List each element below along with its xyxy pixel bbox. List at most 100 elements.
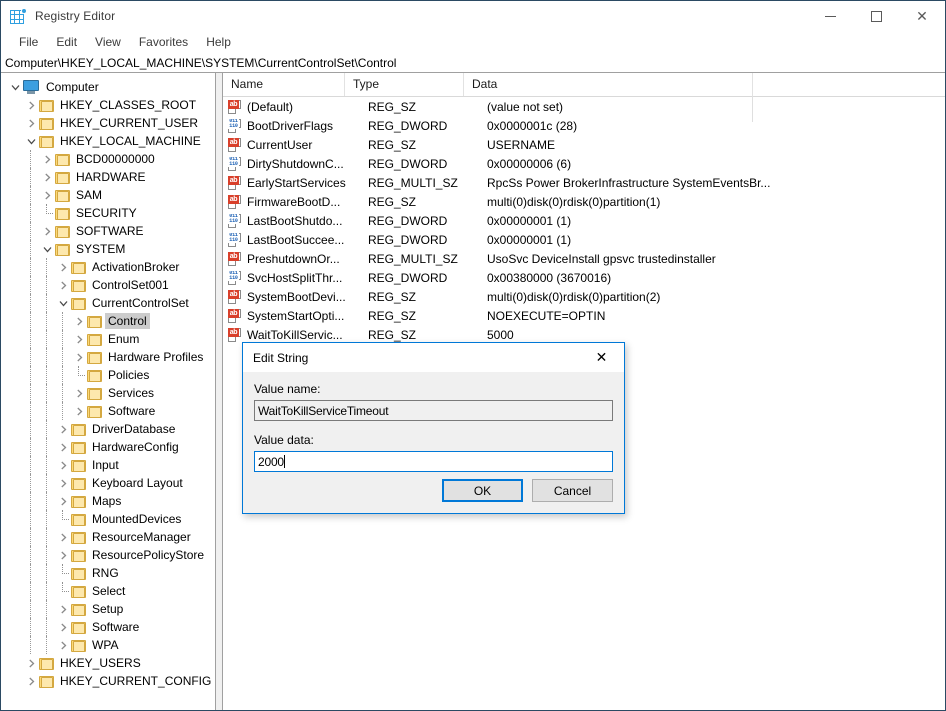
pane-splitter[interactable] [216, 73, 223, 710]
table-row[interactable]: abCurrentUserREG_SZUSERNAME [223, 135, 945, 154]
tree-item-maps[interactable]: Maps [1, 492, 215, 510]
tree-item-driverdatabase[interactable]: DriverDatabase [1, 420, 215, 438]
minimize-button[interactable] [807, 1, 853, 31]
ok-button[interactable]: OK [442, 479, 523, 502]
tree-item-input[interactable]: Input [1, 456, 215, 474]
chevron-right-icon[interactable] [23, 114, 39, 132]
chevron-right-icon[interactable] [55, 420, 71, 438]
chevron-down-icon[interactable] [7, 78, 23, 96]
menu-file[interactable]: File [10, 33, 47, 52]
tree-item-hkey-current-config[interactable]: HKEY_CURRENT_CONFIG [1, 672, 215, 690]
dialog-close-icon[interactable]: ✕ [579, 343, 624, 372]
chevron-right-icon[interactable] [55, 258, 71, 276]
dword-value-icon: 011110 [227, 270, 243, 286]
chevron-right-icon[interactable] [55, 492, 71, 510]
chevron-right-icon[interactable] [71, 384, 87, 402]
table-row[interactable]: abSystemBootDevi...REG_SZmulti(0)disk(0)… [223, 287, 945, 306]
tree-item-activationbroker[interactable]: ActivationBroker [1, 258, 215, 276]
chevron-right-icon[interactable] [55, 438, 71, 456]
tree-item-hkey-current-user[interactable]: HKEY_CURRENT_USER [1, 114, 215, 132]
chevron-right-icon[interactable] [55, 456, 71, 474]
chevron-right-icon[interactable] [55, 474, 71, 492]
maximize-button[interactable] [853, 1, 899, 31]
tree-item-software[interactable]: Software [1, 618, 215, 636]
tree-item-hardware-profiles[interactable]: Hardware Profiles [1, 348, 215, 366]
column-header-data[interactable]: Data [463, 73, 752, 96]
chevron-down-icon[interactable] [39, 240, 55, 258]
chevron-right-icon[interactable] [39, 168, 55, 186]
tree-item-resourcepolicystore[interactable]: ResourcePolicyStore [1, 546, 215, 564]
menu-view[interactable]: View [86, 33, 130, 52]
chevron-right-icon[interactable] [55, 636, 71, 654]
chevron-right-icon[interactable] [55, 276, 71, 294]
tree-item-keyboard-layout[interactable]: Keyboard Layout [1, 474, 215, 492]
tree-item-services[interactable]: Services [1, 384, 215, 402]
chevron-right-icon[interactable] [23, 654, 39, 672]
menu-favorites[interactable]: Favorites [130, 33, 197, 52]
tree-guide [30, 348, 32, 366]
tree-item-resourcemanager[interactable]: ResourceManager [1, 528, 215, 546]
tree-item-hkey-local-machine[interactable]: HKEY_LOCAL_MACHINE [1, 132, 215, 150]
chevron-right-icon[interactable] [23, 96, 39, 114]
chevron-right-icon[interactable] [23, 672, 39, 690]
chevron-right-icon[interactable] [71, 330, 87, 348]
tree-item-software[interactable]: Software [1, 402, 215, 420]
tree-item-setup[interactable]: Setup [1, 600, 215, 618]
column-header-type[interactable]: Type [344, 73, 463, 96]
tree-item-software[interactable]: SOFTWARE [1, 222, 215, 240]
tree-item-hkey-users[interactable]: HKEY_USERS [1, 654, 215, 672]
tree-item-control[interactable]: Control [1, 312, 215, 330]
chevron-right-icon[interactable] [55, 618, 71, 636]
registry-tree[interactable]: ComputerHKEY_CLASSES_ROOTHKEY_CURRENT_US… [1, 73, 216, 710]
menu-edit[interactable]: Edit [47, 33, 86, 52]
table-row[interactable]: 011110LastBootSuccee...REG_DWORD0x000000… [223, 230, 945, 249]
tree-item-computer[interactable]: Computer [1, 78, 215, 96]
tree-item-select[interactable]: Select [1, 582, 215, 600]
chevron-right-icon[interactable] [55, 528, 71, 546]
tree-guide [46, 564, 48, 582]
table-row[interactable]: abSystemStartOpti...REG_SZ NOEXECUTE=OPT… [223, 306, 945, 325]
chevron-down-icon[interactable] [55, 294, 71, 312]
table-row[interactable]: 011110LastBootShutdo...REG_DWORD0x000000… [223, 211, 945, 230]
value-name-input[interactable]: WaitToKillServiceTimeout [254, 400, 613, 421]
tree-item-rng[interactable]: RNG [1, 564, 215, 582]
chevron-right-icon[interactable] [39, 150, 55, 168]
table-row[interactable]: 011110BootDriverFlagsREG_DWORD0x0000001c… [223, 116, 945, 135]
tree-item-hardware[interactable]: HARDWARE [1, 168, 215, 186]
address-bar[interactable]: Computer\HKEY_LOCAL_MACHINE\SYSTEM\Curre… [1, 53, 945, 73]
title-bar[interactable]: Registry Editor ✕ [1, 1, 945, 31]
column-header-name[interactable]: Name [223, 73, 344, 96]
chevron-right-icon[interactable] [39, 186, 55, 204]
tree-item-policies[interactable]: Policies [1, 366, 215, 384]
tree-item-enum[interactable]: Enum [1, 330, 215, 348]
table-row[interactable]: abPreshutdownOr...REG_MULTI_SZUsoSvc Dev… [223, 249, 945, 268]
tree-item-controlset001[interactable]: ControlSet001 [1, 276, 215, 294]
tree-item-system[interactable]: SYSTEM [1, 240, 215, 258]
close-button[interactable]: ✕ [899, 1, 945, 31]
tree-guide [46, 618, 48, 636]
table-row[interactable]: 011110DirtyShutdownC...REG_DWORD0x000000… [223, 154, 945, 173]
cancel-button[interactable]: Cancel [532, 479, 613, 502]
table-row[interactable]: 011110SvcHostSplitThr...REG_DWORD0x00380… [223, 268, 945, 287]
menu-help[interactable]: Help [197, 33, 240, 52]
value-data-input[interactable]: 2000 [254, 451, 613, 472]
chevron-right-icon[interactable] [55, 600, 71, 618]
tree-item-sam[interactable]: SAM [1, 186, 215, 204]
table-row[interactable]: abEarlyStartServicesREG_MULTI_SZRpcSs Po… [223, 173, 945, 192]
dialog-title-bar[interactable]: Edit String ✕ [243, 343, 624, 372]
tree-item-hardwareconfig[interactable]: HardwareConfig [1, 438, 215, 456]
tree-item-hkey-classes-root[interactable]: HKEY_CLASSES_ROOT [1, 96, 215, 114]
chevron-right-icon[interactable] [71, 312, 87, 330]
table-row[interactable]: ab(Default)REG_SZ(value not set) [223, 97, 945, 116]
tree-item-security[interactable]: SECURITY [1, 204, 215, 222]
tree-item-currentcontrolset[interactable]: CurrentControlSet [1, 294, 215, 312]
tree-item-mounteddevices[interactable]: MountedDevices [1, 510, 215, 528]
table-row[interactable]: abFirmwareBootD...REG_SZmulti(0)disk(0)r… [223, 192, 945, 211]
chevron-right-icon[interactable] [71, 402, 87, 420]
chevron-right-icon[interactable] [55, 546, 71, 564]
chevron-down-icon[interactable] [23, 132, 39, 150]
tree-item-bcd00000000[interactable]: BCD00000000 [1, 150, 215, 168]
chevron-right-icon[interactable] [71, 348, 87, 366]
tree-item-wpa[interactable]: WPA [1, 636, 215, 654]
chevron-right-icon[interactable] [39, 222, 55, 240]
